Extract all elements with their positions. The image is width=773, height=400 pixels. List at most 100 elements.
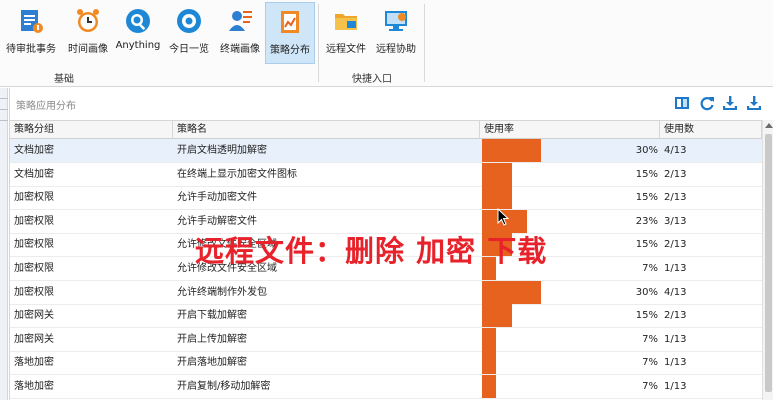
- cell-strategy-group: 加密权限: [14, 286, 54, 298]
- cell-usage-rate: 15%: [480, 162, 660, 187]
- table-row[interactable]: 文档加密 开启文档透明加解密 30% 4/13: [10, 139, 762, 163]
- cell-strategy-name: 开启落地加解密: [177, 357, 247, 369]
- remote-file-button[interactable]: 远程文件: [322, 2, 370, 64]
- cell-usage-count: 4/13: [664, 286, 687, 298]
- strategy-distribution-label: 策略分布: [270, 45, 310, 56]
- table-row[interactable]: 加密网关 开启上传加解密 7% 1/13: [10, 327, 762, 352]
- scroll-up-arrow[interactable]: [765, 123, 773, 128]
- usage-rate-label: 7%: [642, 263, 658, 274]
- search-document-icon: [126, 9, 150, 33]
- usage-rate-bar: [482, 139, 541, 162]
- remote-file-label: 远程文件: [326, 44, 366, 55]
- cell-strategy-group: 落地加密: [14, 381, 54, 392]
- cell-strategy-name: 开启复制/移动加解密: [177, 381, 271, 392]
- group-separator: [318, 4, 319, 82]
- usage-rate-label: 7%: [642, 381, 658, 392]
- cell-usage-count: 4/13: [664, 145, 687, 156]
- cell-strategy-group: 加密权限: [14, 239, 54, 251]
- cell-usage-rate: 15%: [480, 186, 660, 210]
- cell-strategy-name: 开启下载加解密: [177, 310, 247, 322]
- cell-usage-count: 1/13: [664, 263, 687, 274]
- table-row[interactable]: 加密网关 开启下载加解密 15% 2/13: [10, 304, 762, 329]
- usage-rate-label: 15%: [635, 168, 658, 180]
- terminal-profile-label: 终端画像: [220, 44, 260, 55]
- column-header-rate[interactable]: 使用率: [480, 121, 660, 139]
- cell-strategy-name: 在终端上显示加密文件图标: [177, 168, 297, 180]
- column-header-group[interactable]: 策略分组: [10, 121, 173, 139]
- cell-strategy-group: 文档加密: [14, 168, 54, 180]
- table-row[interactable]: 加密权限 允许终端制作外发包 30% 4/13: [10, 280, 762, 305]
- cell-usage-count: 3/13: [664, 215, 687, 227]
- terminal-profile-button[interactable]: 终端画像: [216, 2, 264, 64]
- cell-usage-count: 2/13: [664, 168, 687, 180]
- today-overview-button[interactable]: 今日一览: [164, 2, 214, 64]
- usage-rate-bar: [482, 162, 512, 186]
- cell-usage-rate: 7%: [480, 351, 660, 375]
- table-row[interactable]: 落地加密 开启落地加解密 7% 1/13: [10, 351, 762, 376]
- cell-usage-count: 1/13: [664, 357, 687, 369]
- column-header-count[interactable]: 使用数: [660, 121, 762, 139]
- usage-rate-label: 23%: [635, 215, 658, 227]
- cell-usage-rate: 7%: [480, 327, 660, 352]
- approval-tasks-icon: [21, 10, 43, 33]
- column-header-name[interactable]: 策略名: [173, 121, 480, 139]
- usage-rate-bar: [482, 304, 512, 328]
- cell-usage-rate: 30%: [480, 280, 660, 305]
- table-row[interactable]: 落地加密 开启复制/移动加解密 7% 1/13: [10, 375, 762, 399]
- usage-rate-bar: [482, 327, 496, 351]
- usage-rate-label: 15%: [635, 239, 658, 251]
- left-nav-strip[interactable]: [0, 88, 8, 400]
- terminal-profile-icon: [229, 11, 252, 31]
- usage-rate-label: 15%: [635, 192, 658, 204]
- refresh-icon[interactable]: [699, 95, 715, 111]
- cell-strategy-group: 加密权限: [14, 192, 54, 204]
- cell-usage-rate: 15%: [480, 304, 660, 328]
- table-row[interactable]: 加密权限 允许手动加密文件 15% 2/13: [10, 186, 762, 211]
- columns-icon[interactable]: [674, 95, 690, 111]
- group-label-shortcut: 快捷入口: [352, 74, 392, 85]
- export-icon[interactable]: [722, 95, 738, 111]
- cell-usage-rate: 30%: [480, 139, 660, 163]
- vertical-scrollbar[interactable]: [762, 120, 773, 400]
- cell-strategy-name: 开启文档透明加解密: [177, 145, 267, 156]
- eye-icon: [177, 9, 201, 33]
- cell-strategy-group: 加密网关: [14, 333, 54, 345]
- cell-strategy-group: 加密权限: [14, 263, 54, 274]
- table-header: 策略分组 策略名 使用率 使用数: [10, 120, 762, 139]
- pending-approval-button[interactable]: 待审批事务: [2, 2, 60, 64]
- cell-usage-rate: 7%: [480, 375, 660, 399]
- ribbon-toolbar: 待审批事务 时间画像 Anything 今日一览 终端画像 策略分布 远程文件 …: [0, 0, 773, 87]
- remote-assist-button[interactable]: 远程协助: [372, 2, 420, 64]
- table-row[interactable]: 文档加密 在终端上显示加密文件图标 15% 2/13: [10, 162, 762, 187]
- today-overview-label: 今日一览: [169, 44, 209, 55]
- cell-strategy-name: 允许终端制作外发包: [177, 286, 267, 298]
- group-label-basic: 基础: [54, 74, 74, 85]
- scrollbar-thumb[interactable]: [765, 134, 772, 392]
- alarm-clock-icon: [77, 9, 99, 32]
- usage-rate-bar: [482, 280, 541, 304]
- time-profile-button[interactable]: 时间画像: [64, 2, 112, 64]
- usage-rate-label: 7%: [642, 357, 658, 369]
- usage-rate-label: 7%: [642, 333, 658, 345]
- cell-usage-count: 2/13: [664, 310, 687, 322]
- remote-assist-icon: [385, 11, 407, 31]
- usage-rate-label: 30%: [635, 145, 658, 156]
- strategy-chart-icon: [281, 11, 299, 33]
- group-separator: [424, 4, 425, 82]
- usage-rate-label: 15%: [635, 310, 658, 322]
- anything-button[interactable]: Anything: [114, 2, 162, 64]
- remote-folder-icon: [335, 14, 357, 30]
- pending-approval-label: 待审批事务: [6, 44, 56, 55]
- strategy-distribution-button[interactable]: 策略分布: [265, 2, 315, 64]
- cell-usage-count: 2/13: [664, 239, 687, 251]
- cell-usage-count: 2/13: [664, 192, 687, 204]
- mouse-cursor-icon: [497, 208, 509, 226]
- usage-rate-label: 30%: [635, 286, 658, 298]
- cell-usage-count: 1/13: [664, 381, 687, 392]
- cell-strategy-group: 加密网关: [14, 310, 54, 322]
- remote-assist-label: 远程协助: [376, 44, 416, 55]
- cell-strategy-name: 允许手动加密文件: [177, 192, 257, 204]
- download-icon[interactable]: [746, 95, 762, 111]
- cell-strategy-group: 加密权限: [14, 215, 54, 227]
- cell-strategy-group: 文档加密: [14, 145, 54, 156]
